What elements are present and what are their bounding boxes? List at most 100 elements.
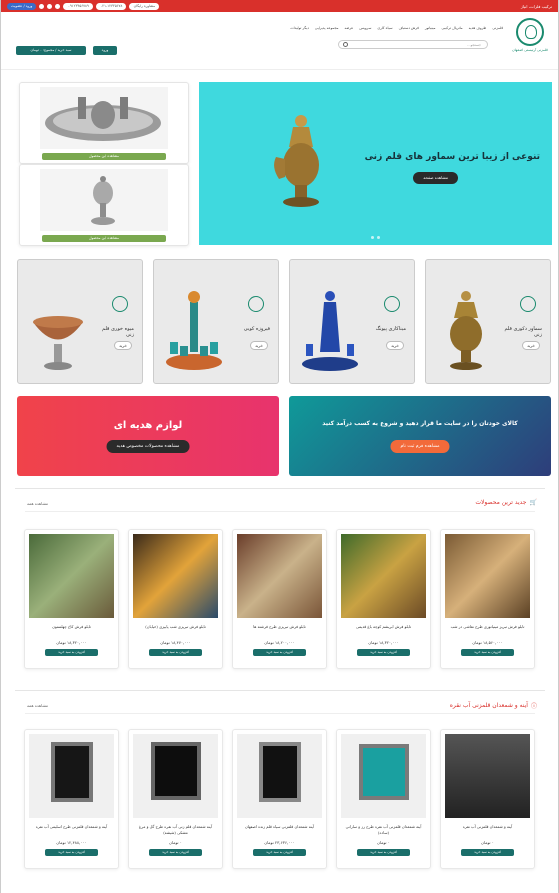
candy-dish-image <box>40 169 168 231</box>
consult-pill[interactable]: مشاوره رایگان <box>129 2 160 10</box>
product-card[interactable]: تابلو فرش تبریزی طرح فرشته ها ۱۸,۲۰۰,۰۰۰… <box>232 529 327 669</box>
product-name: تابلو فرش تبریز مینیاتوری طرح نقاشی در ش… <box>450 624 525 629</box>
product-card[interactable]: آینه و شمعدان قلمزنی طرح اسلیمی آب نقره … <box>24 729 119 869</box>
cart-button[interactable]: سبد خرید / مجموع: ۰ تومان <box>16 46 86 55</box>
product-name: آینه شمعدان قلمزنی آب نقره طرح رز و سارا… <box>345 824 422 835</box>
nav-item[interactable]: فرش دستباف <box>399 26 419 30</box>
add-to-cart-button[interactable]: افزودن به سبد خرید <box>253 849 306 856</box>
view-product-button[interactable]: مشاهده این محصول <box>42 153 166 160</box>
add-to-cart-button[interactable]: افزودن به سبد خرید <box>149 849 202 856</box>
category-logo-icon <box>384 296 400 312</box>
category-buy-button[interactable]: خرید <box>522 341 540 350</box>
login-button[interactable]: ورود <box>93 46 117 55</box>
product-name: آینه شمعدان قلمزنی سیاه قلم زنده اصفهان <box>244 824 314 829</box>
nav-item[interactable]: دیگر تولیدات <box>290 26 309 30</box>
instagram-icon[interactable] <box>39 3 45 9</box>
side-card-candy-dish[interactable]: مشاهده این محصول <box>19 164 189 246</box>
login-pill[interactable]: ورود / عضویت <box>7 2 37 10</box>
product-card[interactable]: تابلو فرش تبریزی شب پاییزی (خیابان) ۱۸,۴… <box>128 529 223 669</box>
add-to-cart-button[interactable]: افزودن به سبد خرید <box>461 649 514 656</box>
product-name: تابلو فرش ابریشم کوچه باغ قدیمی <box>355 624 412 629</box>
section-title: 🛒 جدید ترین محصولات <box>475 499 537 506</box>
category-logo-icon <box>112 296 128 312</box>
hero-title: تنوعی از زیبا ترین سماور های قلم زنی <box>364 152 540 162</box>
product-card[interactable]: آینه شمعدان قلم زنی آب نقره طرح گل و مرغ… <box>128 729 223 869</box>
samovar-image <box>274 115 319 207</box>
view-all-link[interactable]: مشاهده همه <box>27 703 48 708</box>
category-buy-button[interactable]: خرید <box>386 341 404 350</box>
main-nav: قلمزنی ظروف هدیه ماتریال ترکیبی مینیاتور… <box>290 26 503 30</box>
slider-dots[interactable] <box>371 236 380 239</box>
nav-item[interactable]: عرضه <box>345 26 354 30</box>
gift-banner-title: لوازم هدیه ای <box>113 420 183 431</box>
product-image <box>133 734 218 818</box>
gift-products-button[interactable]: مشاهده محصولات مخصوص هدیه <box>106 440 190 453</box>
search-icon[interactable] <box>343 42 348 47</box>
category-label: فیروزه کوبی <box>243 326 270 332</box>
product-card[interactable]: تابلو فرش ابریشم کوچه باغ قدیمی ۱۸,۳۲۰,۰… <box>336 529 431 669</box>
category-buy-button[interactable]: خرید <box>250 341 268 350</box>
add-to-cart-button[interactable]: افزودن به سبد خرید <box>461 849 514 856</box>
site-logo[interactable]: قلمزنی آرتیستی اصفهان <box>510 18 550 66</box>
view-product-button[interactable]: مشاهده این محصول <box>42 235 166 242</box>
nav-item[interactable]: مجموعه پذیرایی <box>315 26 339 30</box>
product-image <box>445 734 530 818</box>
product-card[interactable]: آینه و شمعدان قلمزنی آب نقره ۰ تومان افز… <box>440 729 535 869</box>
logo-icon <box>516 18 544 46</box>
nav-item[interactable]: ظروف هدیه <box>469 26 487 30</box>
category-card-fruit-bowl[interactable]: میوه خوری قلم زنی خرید <box>17 259 143 384</box>
new-products-section: 🛒 جدید ترین محصولات مشاهده همه تابلو فرش… <box>15 488 545 678</box>
side-card-tray[interactable]: مشاهده این محصول <box>19 82 189 164</box>
product-card[interactable]: آینه شمعدان قلمزنی آب نقره طرح رز و سارا… <box>336 729 431 869</box>
product-image <box>133 534 218 618</box>
nav-item[interactable]: مینیاتور <box>425 26 436 30</box>
product-card[interactable]: آینه شمعدان قلمزنی سیاه قلم زنده اصفهان … <box>232 729 327 869</box>
product-price: ۰ تومان <box>481 840 494 845</box>
mirror-section: ⓘ آینه و شمعدان قلمزنی آب نقره مشاهده هم… <box>15 690 545 885</box>
phone-pill-1[interactable]: ۰۹۱۲۳۴۵۶۷۸۹ <box>63 2 94 10</box>
telegram-icon[interactable] <box>47 3 53 9</box>
category-logo-icon <box>248 296 264 312</box>
add-to-cart-button[interactable]: افزودن به سبد خرید <box>357 849 410 856</box>
product-name: آینه و شمعدان قلمزنی آب نقره <box>462 824 513 829</box>
phone-pill-2[interactable]: ۰۲۱-۱۲۳۴۵۶۷۸ <box>96 2 127 10</box>
product-price: ۱۸,۵۶۰,۰۰۰ تومان <box>472 640 503 645</box>
nav-item[interactable]: سیاه کاری <box>377 26 392 30</box>
add-to-cart-button[interactable]: افزودن به سبد خرید <box>357 649 410 656</box>
hero-slider[interactable]: تنوعی از زیبا ترین سماور های قلم زنی مشا… <box>199 82 552 245</box>
seller-banner[interactable]: کالای خودتان را در سایت ما قرار دهید و ش… <box>289 396 551 476</box>
view-all-link[interactable]: مشاهده همه <box>27 501 48 506</box>
product-card[interactable]: تابلو فرش تبریز مینیاتوری طرح نقاشی در ش… <box>440 529 535 669</box>
seller-register-button[interactable]: مشاهده فرم ثبت نام <box>390 440 450 453</box>
search-input[interactable]: جستجو... <box>338 40 488 49</box>
top-bar-actions: ورود / عضویت ۰۹۱۲۳۴۵۶۷۸۹ ۰۲۱-۱۲۳۴۵۶۷۸ مش… <box>7 2 160 10</box>
product-price: ۰ تومان <box>169 840 182 845</box>
add-to-cart-button[interactable]: افزودن به سبد خرید <box>149 649 202 656</box>
product-price: ۲۳,۶۳۶,۰۰۰ تومان <box>264 840 295 845</box>
product-image <box>29 534 114 618</box>
cart-icon: 🛒 <box>529 499 537 506</box>
add-to-cart-button[interactable]: افزودن به سبد خرید <box>45 849 98 856</box>
product-name: تابلو فرش تبریزی طرح فرشته ها <box>253 624 306 629</box>
hero-view-button[interactable]: مشاهده صفحه <box>413 172 458 184</box>
nav-item[interactable]: سرویس <box>359 26 371 30</box>
product-image <box>445 534 530 618</box>
category-card-enamel[interactable]: میناکاری پیونگ خرید <box>289 259 415 384</box>
nav-item[interactable]: قلمزنی <box>492 26 503 30</box>
product-image <box>237 534 322 618</box>
category-card-turquoise[interactable]: فیروزه کوبی خرید <box>153 259 279 384</box>
product-name: آینه شمعدان قلم زنی آب نقره طرح گل و مرغ… <box>138 824 213 835</box>
product-name: تابلو فرش تبریزی شب پاییزی (خیابان) <box>145 624 206 629</box>
add-to-cart-button[interactable]: افزودن به سبد خرید <box>253 649 306 656</box>
nav-item[interactable]: ماتریال ترکیبی <box>441 26 462 30</box>
add-to-cart-button[interactable]: افزودن به سبد خرید <box>45 649 98 656</box>
product-image <box>341 534 426 618</box>
product-image <box>341 734 426 818</box>
gift-banner[interactable]: لوازم هدیه ای مشاهده محصولات مخصوص هدیه <box>17 396 279 476</box>
product-name: تابلو فرش کاخ چهلستون <box>52 624 91 629</box>
product-price: ۱۸,۳۲۰,۰۰۰ تومان <box>56 640 87 645</box>
whatsapp-icon[interactable] <box>55 3 61 9</box>
category-card-samovar[interactable]: سماور دکوری قلم زنی خرید <box>425 259 551 384</box>
product-card[interactable]: تابلو فرش کاخ چهلستون ۱۸,۳۲۰,۰۰۰ تومان ا… <box>24 529 119 669</box>
category-buy-button[interactable]: خرید <box>114 341 132 350</box>
